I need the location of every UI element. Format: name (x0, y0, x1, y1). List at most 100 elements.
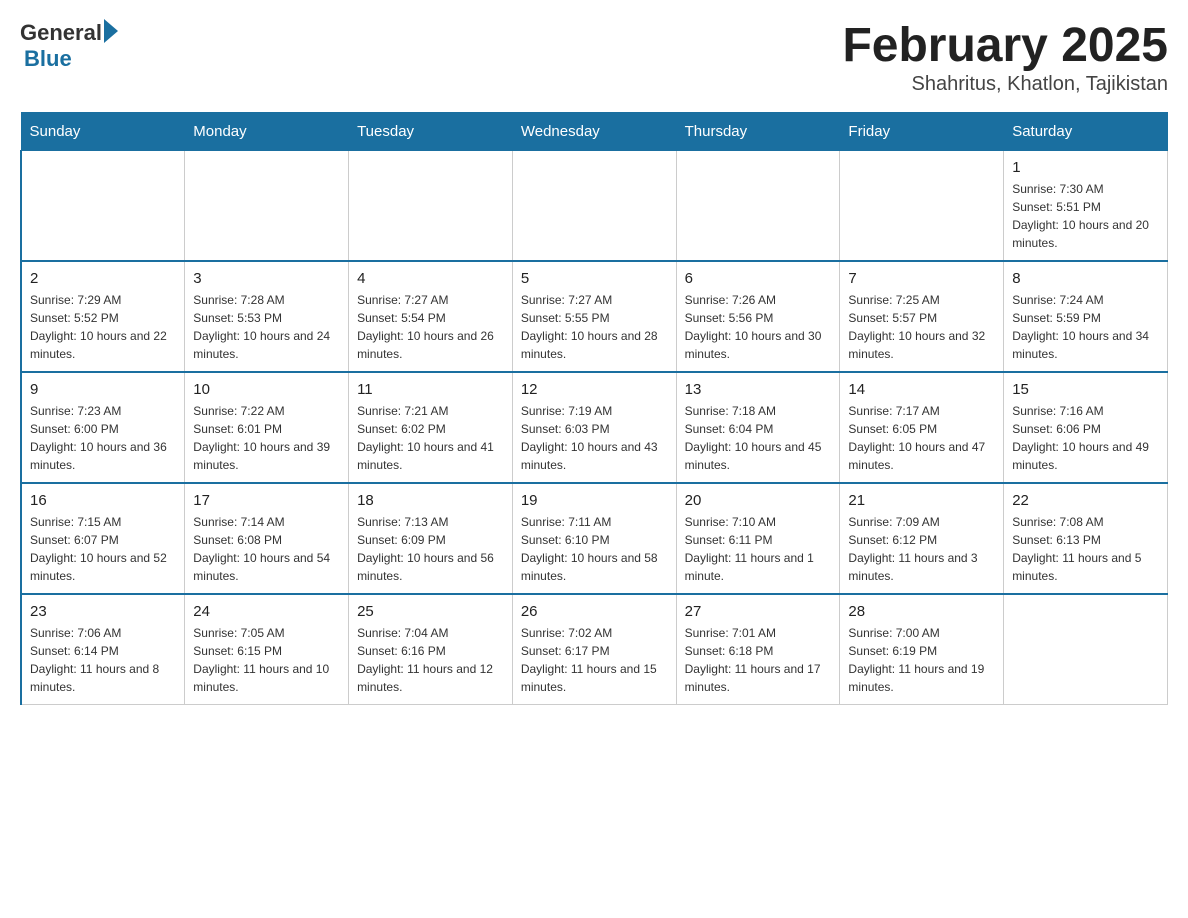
week-row: 23Sunrise: 7:06 AMSunset: 6:14 PMDayligh… (21, 594, 1168, 705)
day-info: Sunrise: 7:05 AMSunset: 6:15 PMDaylight:… (193, 624, 340, 696)
day-of-week-header: Sunday (21, 112, 185, 150)
week-row: 1 Sunrise: 7:30 AMSunset: 5:51 PMDaylight… (21, 150, 1168, 261)
day-info: Sunrise: 7:25 AMSunset: 5:57 PMDaylight:… (848, 291, 995, 363)
calendar-header-row: SundayMondayTuesdayWednesdayThursdayFrid… (21, 112, 1168, 150)
calendar-cell: 7 Sunrise: 7:25 AMSunset: 5:57 PMDaylight… (840, 261, 1004, 372)
day-number: 5 (521, 270, 668, 287)
calendar-cell: 19 Sunrise: 7:11 AMSunset: 6:10 PMDayligh… (512, 483, 676, 594)
day-number: 28 (848, 603, 995, 620)
day-number: 13 (685, 381, 832, 398)
day-of-week-header: Friday (840, 112, 1004, 150)
calendar-cell: 4Sunrise: 7:27 AMSunset: 5:54 PMDaylight… (349, 261, 513, 372)
day-info: Sunrise: 7:09 AMSunset: 6:12 PMDaylight:… (848, 513, 995, 585)
day-info: Sunrise: 7:19 AMSunset: 6:03 PMDaylight:… (521, 402, 668, 474)
calendar-cell: 28 Sunrise: 7:00 AMSunset: 6:19 PMDayligh… (840, 594, 1004, 705)
day-of-week-header: Monday (185, 112, 349, 150)
day-info: Sunrise: 7:17 AMSunset: 6:05 PMDaylight:… (848, 402, 995, 474)
day-info: Sunrise: 7:01 AMSunset: 6:18 PMDaylight:… (685, 624, 832, 696)
day-of-week-header: Wednesday (512, 112, 676, 150)
calendar-cell: 8 Sunrise: 7:24 AMSunset: 5:59 PMDaylight… (1004, 261, 1168, 372)
day-number: 19 (521, 492, 668, 509)
day-number: 2 (30, 270, 176, 287)
calendar-cell: 10 Sunrise: 7:22 AMSunset: 6:01 PMDayligh… (185, 372, 349, 483)
day-info: Sunrise: 7:24 AMSunset: 5:59 PMDaylight:… (1012, 291, 1159, 363)
calendar-cell (512, 150, 676, 261)
day-number: 16 (30, 492, 176, 509)
calendar-cell: 23Sunrise: 7:06 AMSunset: 6:14 PMDayligh… (21, 594, 185, 705)
calendar-cell: 13 Sunrise: 7:18 AMSunset: 6:04 PMDayligh… (676, 372, 840, 483)
day-info: Sunrise: 7:02 AMSunset: 6:17 PMDaylight:… (521, 624, 668, 696)
calendar-cell: 2 Sunrise: 7:29 AMSunset: 5:52 PMDaylight… (21, 261, 185, 372)
calendar-cell (1004, 594, 1168, 705)
day-info: Sunrise: 7:23 AMSunset: 6:00 PMDaylight:… (30, 402, 176, 474)
day-number: 17 (193, 492, 340, 509)
week-row: 16 Sunrise: 7:15 AMSunset: 6:07 PMDayligh… (21, 483, 1168, 594)
day-info: Sunrise: 7:15 AMSunset: 6:07 PMDaylight:… (30, 513, 176, 585)
day-info: Sunrise: 7:26 AMSunset: 5:56 PMDaylight:… (685, 291, 832, 363)
day-info: Sunrise: 7:13 AMSunset: 6:09 PMDaylight:… (357, 513, 504, 585)
day-number: 27 (685, 603, 832, 620)
day-info: Sunrise: 7:11 AMSunset: 6:10 PMDaylight:… (521, 513, 668, 585)
day-info: Sunrise: 7:29 AMSunset: 5:52 PMDaylight:… (30, 291, 176, 363)
day-number: 24 (193, 603, 340, 620)
day-number: 8 (1012, 270, 1159, 287)
calendar-cell: 22 Sunrise: 7:08 AMSunset: 6:13 PMDayligh… (1004, 483, 1168, 594)
day-info: Sunrise: 7:21 AMSunset: 6:02 PMDaylight:… (357, 402, 504, 474)
page-header: General Blue February 2025 Shahritus, Kh… (20, 20, 1168, 96)
calendar-cell: 12 Sunrise: 7:19 AMSunset: 6:03 PMDayligh… (512, 372, 676, 483)
title-block: February 2025 Shahritus, Khatlon, Tajiki… (842, 20, 1168, 96)
calendar-cell: 3 Sunrise: 7:28 AMSunset: 5:53 PMDaylight… (185, 261, 349, 372)
calendar-cell (185, 150, 349, 261)
calendar-title: February 2025 (842, 20, 1168, 73)
calendar-cell: 15 Sunrise: 7:16 AMSunset: 6:06 PMDayligh… (1004, 372, 1168, 483)
day-number: 9 (30, 381, 176, 398)
day-number: 15 (1012, 381, 1159, 398)
calendar-cell (840, 150, 1004, 261)
day-info: Sunrise: 7:27 AMSunset: 5:55 PMDaylight:… (521, 291, 668, 363)
day-info: Sunrise: 7:18 AMSunset: 6:04 PMDaylight:… (685, 402, 832, 474)
calendar-cell: 5 Sunrise: 7:27 AMSunset: 5:55 PMDaylight… (512, 261, 676, 372)
calendar-cell: 25 Sunrise: 7:04 AMSunset: 6:16 PMDayligh… (349, 594, 513, 705)
day-number: 14 (848, 381, 995, 398)
calendar-cell: 24 Sunrise: 7:05 AMSunset: 6:15 PMDayligh… (185, 594, 349, 705)
calendar-cell (21, 150, 185, 261)
calendar-cell: 18Sunrise: 7:13 AMSunset: 6:09 PMDayligh… (349, 483, 513, 594)
day-info: Sunrise: 7:28 AMSunset: 5:53 PMDaylight:… (193, 291, 340, 363)
week-row: 2 Sunrise: 7:29 AMSunset: 5:52 PMDaylight… (21, 261, 1168, 372)
day-number: 20 (685, 492, 832, 509)
day-info: Sunrise: 7:30 AMSunset: 5:51 PMDaylight:… (1012, 180, 1159, 252)
logo-blue-text: Blue (24, 46, 118, 72)
day-info: Sunrise: 7:14 AMSunset: 6:08 PMDaylight:… (193, 513, 340, 585)
calendar-table: SundayMondayTuesdayWednesdayThursdayFrid… (20, 112, 1168, 705)
calendar-cell: 20 Sunrise: 7:10 AMSunset: 6:11 PMDayligh… (676, 483, 840, 594)
day-info: Sunrise: 7:04 AMSunset: 6:16 PMDaylight:… (357, 624, 504, 696)
day-of-week-header: Tuesday (349, 112, 513, 150)
day-info: Sunrise: 7:00 AMSunset: 6:19 PMDaylight:… (848, 624, 995, 696)
calendar-cell: 21 Sunrise: 7:09 AMSunset: 6:12 PMDayligh… (840, 483, 1004, 594)
calendar-cell (676, 150, 840, 261)
day-of-week-header: Saturday (1004, 112, 1168, 150)
calendar-cell: 14 Sunrise: 7:17 AMSunset: 6:05 PMDayligh… (840, 372, 1004, 483)
calendar-cell: 26Sunrise: 7:02 AMSunset: 6:17 PMDayligh… (512, 594, 676, 705)
day-number: 21 (848, 492, 995, 509)
day-of-week-header: Thursday (676, 112, 840, 150)
day-info: Sunrise: 7:16 AMSunset: 6:06 PMDaylight:… (1012, 402, 1159, 474)
day-number: 11 (357, 381, 504, 398)
calendar-cell (349, 150, 513, 261)
day-info: Sunrise: 7:10 AMSunset: 6:11 PMDaylight:… (685, 513, 832, 585)
calendar-cell: 11 Sunrise: 7:21 AMSunset: 6:02 PMDayligh… (349, 372, 513, 483)
day-number: 12 (521, 381, 668, 398)
day-info: Sunrise: 7:06 AMSunset: 6:14 PMDaylight:… (30, 624, 176, 696)
day-info: Sunrise: 7:22 AMSunset: 6:01 PMDaylight:… (193, 402, 340, 474)
day-info: Sunrise: 7:08 AMSunset: 6:13 PMDaylight:… (1012, 513, 1159, 585)
day-number: 25 (357, 603, 504, 620)
calendar-cell: 27 Sunrise: 7:01 AMSunset: 6:18 PMDayligh… (676, 594, 840, 705)
logo: General Blue (20, 20, 118, 72)
logo-general-text: General (20, 20, 102, 46)
day-number: 3 (193, 270, 340, 287)
day-number: 10 (193, 381, 340, 398)
day-number: 1 (1012, 159, 1159, 176)
day-number: 7 (848, 270, 995, 287)
calendar-cell: 17 Sunrise: 7:14 AMSunset: 6:08 PMDayligh… (185, 483, 349, 594)
day-number: 22 (1012, 492, 1159, 509)
